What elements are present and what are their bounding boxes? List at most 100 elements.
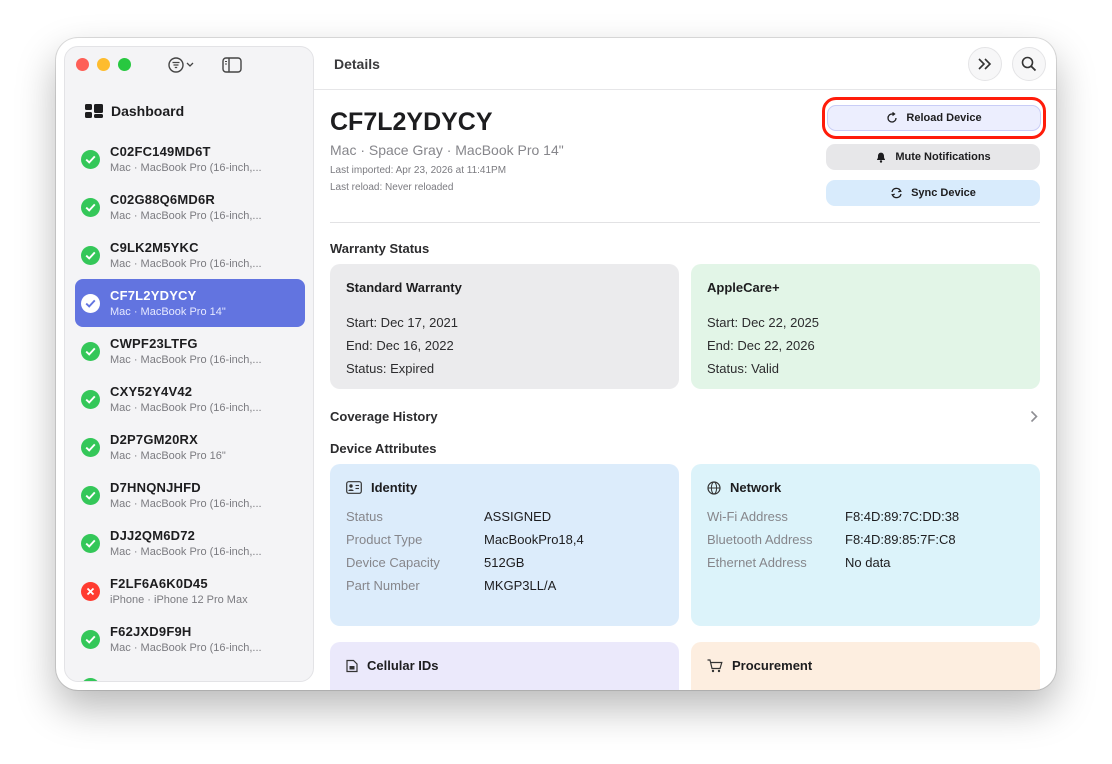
device-subtitle: Mac · MacBook Pro (16-inch,... [110,210,262,222]
device-serial: CWPF23LTFG [110,336,198,351]
checkmark-icon [81,149,100,169]
device-list-item[interactable]: CF7L2YDYCY Mac · MacBook Pro 14" [75,279,305,327]
device-list-item[interactable]: C9LK2M5YKC Mac · MacBook Pro (16-inch,... [75,231,305,279]
standard-warranty-end: End: Dec 16, 2022 [346,338,454,353]
device-list-item[interactable]: CWPF23LTFG Mac · MacBook Pro (16-inch,... [75,327,305,375]
standard-warranty-start: Start: Dec 17, 2021 [346,315,459,330]
checkmark-icon [81,533,100,553]
attribute-key: Device Capacity [346,555,440,570]
device-list-item[interactable]: D2P7GM20RX Mac · MacBook Pro 16" [75,423,305,471]
device-serial: D7HNQNJHFD [110,480,201,495]
device-list-item[interactable]: CXY52Y4V42 Mac · MacBook Pro (16-inch,... [75,375,305,423]
standard-warranty-card: Standard Warranty Start: Dec 17, 2021 En… [330,264,679,389]
attribute-value: 512GB [484,555,525,570]
identity-card: Identity Status ASSIGNED Product Type MacBo… [330,464,679,626]
device-subtitle: Mac · MacBook Pro (16-inch,... [110,162,262,174]
detail-pane: Details CF7L2YDYCY Mac · Space Gray · Ma… [314,38,1056,690]
sync-device-label: Sync Device [911,187,976,199]
sync-device-button[interactable]: Sync Device [826,180,1040,206]
traffic-lights [76,58,131,71]
close-window-button[interactable] [76,58,89,71]
device-serial: CF7L2YDYCY [110,288,197,303]
device-subtitle: Mac · MacBook Pro 16" [110,450,226,462]
applecare-status: Status: Valid [707,361,780,376]
attribute-key: Bluetooth Address [707,532,813,547]
device-subtitle: Mac · MacBook Pro (16-inch,... [110,642,262,654]
coverage-history-label: Coverage History [330,409,438,424]
checkmark-icon [81,389,100,409]
device-list-item[interactable]: F2LF6A6K0D45 iPhone · iPhone 12 Pro Max [75,567,305,615]
warranty-section-title: Warranty Status [330,241,430,256]
device-list: C02FC149MD6T Mac · MacBook Pro (16-inch,.… [75,135,305,682]
attribute-row: Status ASSIGNED [346,509,663,524]
last-reload: Last reload: Never reloaded [330,182,454,193]
attribute-row: Ethernet Address No data [707,555,1024,570]
attribute-key: Status [346,509,383,524]
applecare-title: AppleCare+ [707,280,780,295]
globe-icon [707,480,721,495]
attribute-value: MacBookPro18,4 [484,532,584,547]
device-subtitle: Mac · MacBook Pro (16-inch,... [110,354,262,366]
device-list-item[interactable]: DJJ2QM6D72 Mac · MacBook Pro (16-inch,... [75,519,305,567]
zoom-window-button[interactable] [118,58,131,71]
applecare-start: Start: Dec 22, 2025 [707,315,820,330]
expand-button[interactable] [968,47,1002,81]
search-button[interactable] [1012,47,1046,81]
attribute-key: Product Type [346,532,423,547]
device-serial: F2LF6A6K0D45 [110,576,208,591]
chevron-double-right-icon [978,58,992,70]
id-card-icon [346,481,362,494]
checkmark-icon [81,245,100,265]
cart-icon [707,658,723,672]
attribute-key: Ethernet Address [707,555,807,570]
toolbar: Details [314,38,1056,90]
app-window: Dashboard C02FC149MD6T Mac · MacBook Pro … [56,38,1056,690]
attributes-section-title: Device Attributes [330,441,437,456]
network-rows: Wi-Fi Address F8:4D:89:7C:DD:38 Bluetooth … [707,509,1024,570]
dashboard-icon [85,104,103,118]
coverage-history-row[interactable]: Coverage History [330,409,1040,424]
device-list-item[interactable]: F7YJ4Y66CT [75,663,305,682]
search-icon [1021,56,1037,72]
device-subtitle: Mac · MacBook Pro (16-inch,... [110,402,262,414]
attribute-row: Wi-Fi Address F8:4D:89:7C:DD:38 [707,509,1024,524]
filter-icon [168,57,194,73]
bell-icon [877,152,886,163]
attribute-row: Bluetooth Address F8:4D:89:85:7F:C8 [707,532,1024,547]
checkmark-icon [81,629,100,649]
cellular-ids-title: Cellular IDs [367,658,439,673]
minimize-window-button[interactable] [97,58,110,71]
device-list-item[interactable]: C02FC149MD6T Mac · MacBook Pro (16-inch,.… [75,135,305,183]
last-imported: Last imported: Apr 23, 2026 at 11:41PM [330,165,507,176]
attribute-value: MKGP3LL/A [484,578,557,593]
device-subtitle: iPhone · iPhone 12 Pro Max [110,594,248,606]
device-serial: C9LK2M5YKC [110,240,199,255]
procurement-card: Procurement [691,642,1040,690]
device-subtitle: Mac · MacBook Pro 14" [110,306,226,318]
device-serial: F7YJ4Y66CT [110,680,191,682]
attribute-row: Device Capacity 512GB [346,555,663,570]
toolbar-title: Details [334,56,380,72]
device-subtitle: Mac · MacBook Pro (16-inch,... [110,258,262,270]
sync-icon [891,187,902,199]
device-serial: D2P7GM20RX [110,432,198,447]
toggle-sidebar-button[interactable] [217,55,247,75]
reload-highlight-annotation [822,97,1046,139]
device-list-item[interactable]: F62JXD9F9H Mac · MacBook Pro (16-inch,... [75,615,305,663]
device-list-item[interactable]: D7HNQNJHFD Mac · MacBook Pro (16-inch,... [75,471,305,519]
applecare-card: AppleCare+ Start: Dec 22, 2025 End: Dec … [691,264,1040,389]
mute-notifications-button[interactable]: Mute Notifications [826,144,1040,170]
header-divider [330,222,1040,223]
sidebar: Dashboard C02FC149MD6T Mac · MacBook Pro … [64,46,314,682]
checkmark-icon [81,485,100,505]
sim-card-icon [346,659,358,672]
chevron-right-icon[interactable] [1030,410,1038,423]
device-list-item[interactable]: C02G88Q6MD6R Mac · MacBook Pro (16-inch,.… [75,183,305,231]
device-subtitle: Mac · MacBook Pro (16-inch,... [110,498,262,510]
error-x-icon [81,581,100,601]
sidebar-item-dashboard[interactable]: Dashboard [85,103,184,119]
filter-menu-button[interactable] [167,55,197,75]
checkmark-icon [81,437,100,457]
attribute-value: No data [845,555,891,570]
identity-title: Identity [371,480,418,495]
